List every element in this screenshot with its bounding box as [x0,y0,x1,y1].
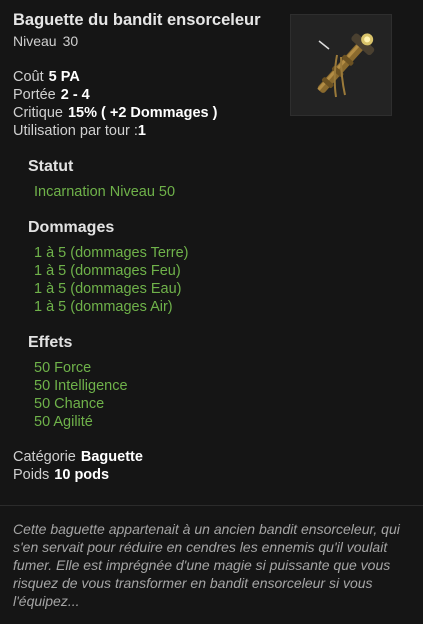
category-value: Baguette [80,449,143,465]
wand-icon [291,15,391,115]
list-item: 50 Agilité [34,414,93,430]
list-item: 50 Chance [34,396,105,412]
meta-category: Catégorie Baguette [13,448,143,466]
meta-weight: Poids 10 pods [13,466,143,484]
section-title-dommages: Dommages [28,219,115,236]
stat-label: Utilisation par tour : [13,123,138,139]
item-level: Niveau 30 [13,33,78,49]
level-label: Niveau [13,33,57,49]
item-image [290,14,392,116]
list-item: 1 à 5 (dommages Feu) [34,263,181,279]
list-item: 1 à 5 (dommages Terre) [34,245,189,261]
statut-list: Incarnation Niveau 50 [34,183,175,201]
item-description: Cette baguette appartenait à un ancien b… [13,521,400,609]
item-stats: Coût 5 PA Portée 2 - 4 Critique 15% ( +2 Do… [13,68,217,140]
level-value: 30 [62,33,79,49]
stat-value: 15% ( +2 Dommages ) [67,105,218,121]
stat-range: Portée 2 - 4 [13,86,217,104]
stat-label: Portée [13,87,56,103]
list-item: Incarnation Niveau 50 [34,184,176,200]
item-name: Baguette du bandit ensorceleur [13,11,261,29]
section-title-effets: Effets [28,334,73,351]
stat-value: 1 [137,123,146,139]
list-item: 1 à 5 (dommages Eau) [34,281,182,297]
item-meta: Catégorie Baguette Poids 10 pods [13,448,143,484]
category-label: Catégorie [13,449,76,465]
section-title-statut: Statut [28,158,74,175]
weight-value: 10 pods [54,467,110,483]
list-item: 1 à 5 (dommages Air) [34,299,173,315]
stat-value: 5 PA [48,69,80,85]
dommages-list: 1 à 5 (dommages Terre) 1 à 5 (dommages F… [34,244,188,316]
weight-label: Poids [13,467,50,483]
list-item: 50 Force [34,360,92,376]
stat-uses-per-turn: Utilisation par tour :1 [13,122,217,140]
stat-label: Coût [13,69,44,85]
stat-value: 2 - 4 [60,87,90,103]
stat-critical: Critique 15% ( +2 Dommages ) [13,104,217,122]
list-item: 50 Intelligence [34,378,128,394]
effets-list: 50 Force 50 Intelligence 50 Chance 50 Ag… [34,359,128,431]
divider [0,505,423,506]
item-tooltip: Baguette du bandit ensorceleur Niveau 30 [0,0,423,624]
stat-cost: Coût 5 PA [13,68,217,86]
stat-label: Critique [13,105,63,121]
